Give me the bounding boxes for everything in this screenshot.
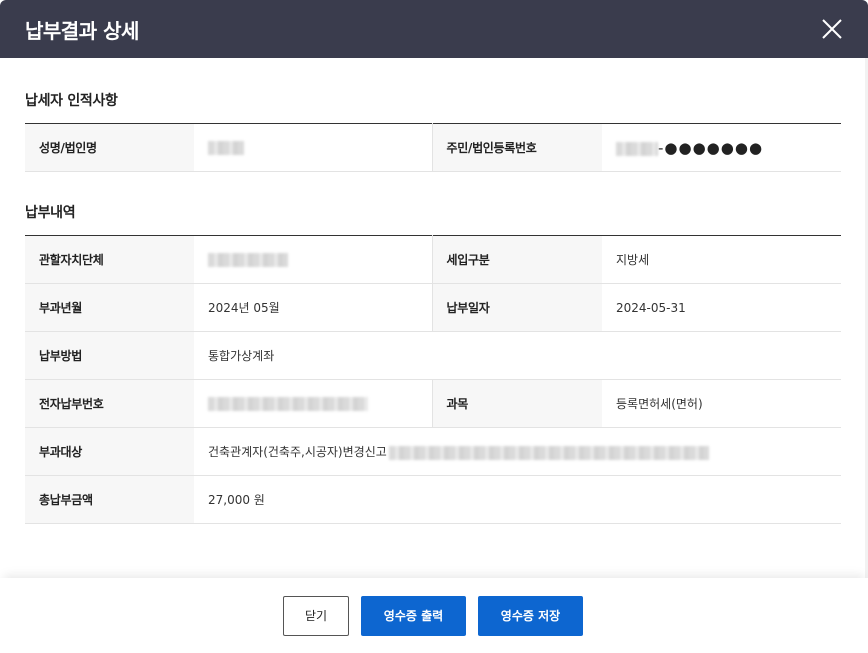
method-label: 납부방법: [25, 331, 194, 380]
levy-month-label: 부과년월: [25, 283, 194, 332]
item-value: 등록면허세(면허): [602, 379, 841, 428]
regno-label: 주민/법인등록번호: [432, 123, 602, 172]
regno-value: -●●●●●●●: [602, 123, 841, 172]
org-value: [194, 235, 433, 284]
regno-mask: -●●●●●●●: [658, 138, 764, 157]
item-label: 과목: [432, 379, 602, 428]
total-label: 총납부금액: [25, 475, 194, 524]
redacted-epay-no: [208, 396, 368, 411]
org-label: 관할자치단체: [25, 235, 194, 284]
table-row: 총납부금액 27,000 원: [25, 475, 841, 524]
table-row: 부과대상 건축관계자(건축주,시공자)변경신고: [25, 427, 841, 476]
epay-no-value: [194, 379, 433, 428]
method-value: 통합가상계좌: [194, 331, 841, 380]
modal-header: 납부결과 상세: [0, 0, 868, 58]
levy-month-value: 2024년 05월: [194, 283, 433, 332]
total-value: 27,000 원: [194, 475, 841, 524]
redacted-org: [208, 252, 288, 267]
pay-date-value: 2024-05-31: [602, 283, 841, 332]
target-cell: 건축관계자(건축주,시공자)변경신고: [194, 427, 841, 476]
redacted-regno: [616, 142, 658, 156]
close-icon[interactable]: [820, 17, 844, 41]
redacted-target: [388, 445, 709, 460]
table-row: 부과년월 2024년 05월 납부일자 2024-05-31: [25, 283, 841, 332]
taxpayer-section-title: 납세자 인적사항: [25, 93, 118, 109]
name-label: 성명/법인명: [25, 123, 194, 172]
payment-table: 관할자치단체 세입구분 지방세 부과년월 2024년 05월 납부일자 2024…: [25, 235, 841, 524]
table-row: 관할자치단체 세입구분 지방세: [25, 235, 841, 284]
payment-section-title: 납부내역: [25, 205, 76, 221]
table-row: 성명/법인명 주민/법인등록번호 -●●●●●●●: [25, 123, 841, 172]
epay-no-label: 전자납부번호: [25, 379, 194, 428]
modal-footer: 닫기 영수증 출력 영수증 저장: [0, 578, 868, 653]
modal-body: 납세자 인적사항 성명/법인명 주민/법인등록번호 -●●●●●●● 납부내역 …: [0, 58, 868, 578]
save-receipt-button[interactable]: 영수증 저장: [478, 595, 583, 636]
table-row: 전자납부번호 과목 등록면허세(면허): [25, 379, 841, 428]
table-row: 납부방법 통합가상계좌: [25, 331, 841, 380]
target-label: 부과대상: [25, 427, 194, 476]
modal-title: 납부결과 상세: [25, 18, 139, 43]
close-button[interactable]: 닫기: [283, 595, 349, 636]
tax-type-label: 세입구분: [432, 235, 602, 284]
redacted-name: [208, 140, 244, 155]
target-value: 건축관계자(건축주,시공자)변경신고: [208, 445, 387, 459]
name-value: [194, 123, 433, 172]
tax-type-value: 지방세: [602, 235, 841, 284]
taxpayer-table: 성명/법인명 주민/법인등록번호 -●●●●●●●: [25, 123, 841, 172]
pay-date-label: 납부일자: [432, 283, 602, 332]
payment-result-detail-modal: 납부결과 상세 납세자 인적사항 성명/법인명 주민/법인등록번호 -●●●●●…: [0, 0, 868, 653]
print-receipt-button[interactable]: 영수증 출력: [361, 595, 466, 636]
